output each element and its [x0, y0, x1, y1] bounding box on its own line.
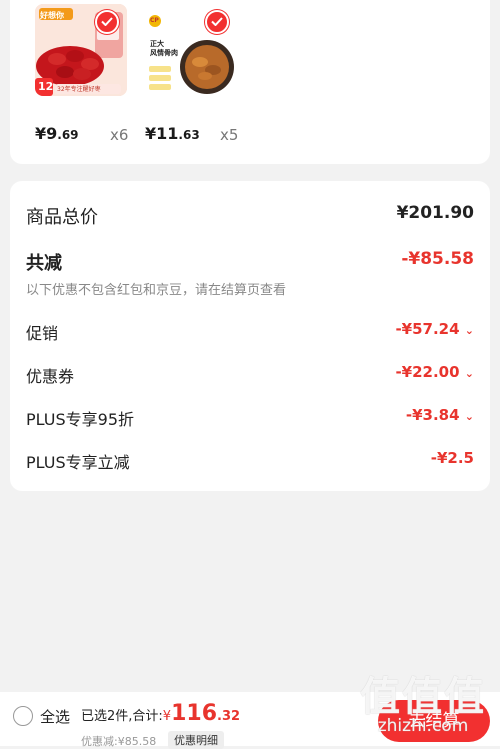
discount-value: -¥22.00 ⌄ [395, 363, 474, 381]
price-summary-card: 商品总价 ¥201.90 共减 -¥85.58 以下优惠不包含红包和京豆，请在结… [10, 181, 490, 491]
product-box-note: 32年专注醒好枣 [57, 86, 101, 93]
discount-amount: -¥3.84 [405, 406, 460, 424]
watermark-site: zhizhi.com [377, 716, 469, 736]
watermark-logo-char: 值 [402, 674, 444, 720]
total-reduce-label: 共减 [26, 253, 62, 274]
discount-row-coupon[interactable]: 优惠券 -¥22.00 ⌄ [26, 363, 474, 386]
product-price: ¥9.69 [35, 124, 79, 143]
product-box-brand: CP [150, 17, 159, 24]
product-selected-check-icon[interactable] [205, 10, 229, 34]
discount-value: -¥57.24 ⌄ [395, 320, 474, 338]
total-price-value: ¥201.90 [396, 203, 474, 223]
watermark-logo-char: 值 [444, 674, 486, 720]
product-quantity: x6 [110, 126, 129, 144]
select-all-label[interactable]: 全选 [40, 706, 70, 727]
product-quantity: x5 [220, 126, 239, 144]
product-item-chicken[interactable]: CP 正大 风情骨肉 [145, 4, 237, 96]
product-box-brand: 好想你 [40, 11, 64, 20]
cart-products-card: 好想你 12 32年专注醒好枣 ¥9.69 x6 CP 正大 风情骨肉 ¥11.… [10, 0, 490, 164]
select-all-radio[interactable] [13, 706, 33, 726]
discount-amount: -¥57.24 [395, 320, 460, 338]
currency-symbol: ¥ [162, 709, 172, 724]
discount-amount: -¥22.00 [395, 363, 460, 381]
watermark-logo-char: 值 [360, 674, 402, 720]
selected-summary: 已选2件,合计:¥116.32 [81, 701, 240, 726]
product-image-chicken[interactable]: CP 正大 风情骨肉 [145, 4, 237, 96]
discount-row-plus-95[interactable]: PLUS专享95折 -¥3.84 ⌄ [26, 406, 474, 429]
product-item-jujube[interactable]: 好想你 12 32年专注醒好枣 [35, 4, 127, 96]
total-price-label: 商品总价 [26, 207, 98, 228]
watermark-logo: 值值值 [360, 664, 486, 722]
discount-label: PLUS专享95折 [26, 410, 134, 429]
selected-count-text: 已选2件,合计: [81, 709, 163, 724]
discount-detail-button[interactable]: 优惠明细 [168, 731, 224, 749]
price-main: ¥9 [35, 124, 58, 143]
discount-value: -¥3.84 ⌄ [406, 406, 474, 424]
total-reduce-value: -¥85.58 [401, 249, 474, 269]
product-box-tag: 12 [38, 80, 54, 93]
total-reduce-row: 共减 -¥85.58 [26, 249, 474, 274]
chevron-down-icon[interactable]: ⌄ [465, 410, 474, 423]
discount-label: 促销 [26, 324, 59, 343]
watermark: 值值值 zhizhi.com [360, 664, 486, 736]
discount-label: PLUS专享立减 [26, 453, 130, 472]
total-price-row: 商品总价 ¥201.90 [26, 203, 474, 228]
chevron-down-icon[interactable]: ⌄ [465, 324, 474, 337]
total-amount-main: 116 [171, 701, 218, 726]
discount-summary: 优惠减:¥85.58 [81, 735, 157, 748]
product-box-title: 正大 风情骨肉 [150, 40, 178, 57]
product-price: ¥11.63 [145, 124, 200, 143]
product-selected-check-icon[interactable] [95, 10, 119, 34]
discount-label: 优惠券 [26, 367, 75, 386]
chevron-down-icon[interactable]: ⌄ [465, 367, 474, 380]
price-decimal: .63 [178, 128, 200, 142]
price-decimal: .69 [57, 128, 79, 142]
discount-row-plus-reduce: PLUS专享立减 -¥2.5 [26, 449, 474, 472]
product-image-jujube[interactable]: 好想你 12 32年专注醒好枣 [35, 4, 127, 96]
discount-value: -¥2.5 [430, 449, 474, 467]
total-amount-decimal: .32 [217, 709, 241, 724]
price-main: ¥11 [145, 124, 179, 143]
reduce-note: 以下优惠不包含红包和京豆，请在结算页查看 [26, 283, 287, 298]
discount-row-promotion[interactable]: 促销 -¥57.24 ⌄ [26, 320, 474, 343]
reduce-note-row: 以下优惠不包含红包和京豆，请在结算页查看 [26, 279, 474, 299]
